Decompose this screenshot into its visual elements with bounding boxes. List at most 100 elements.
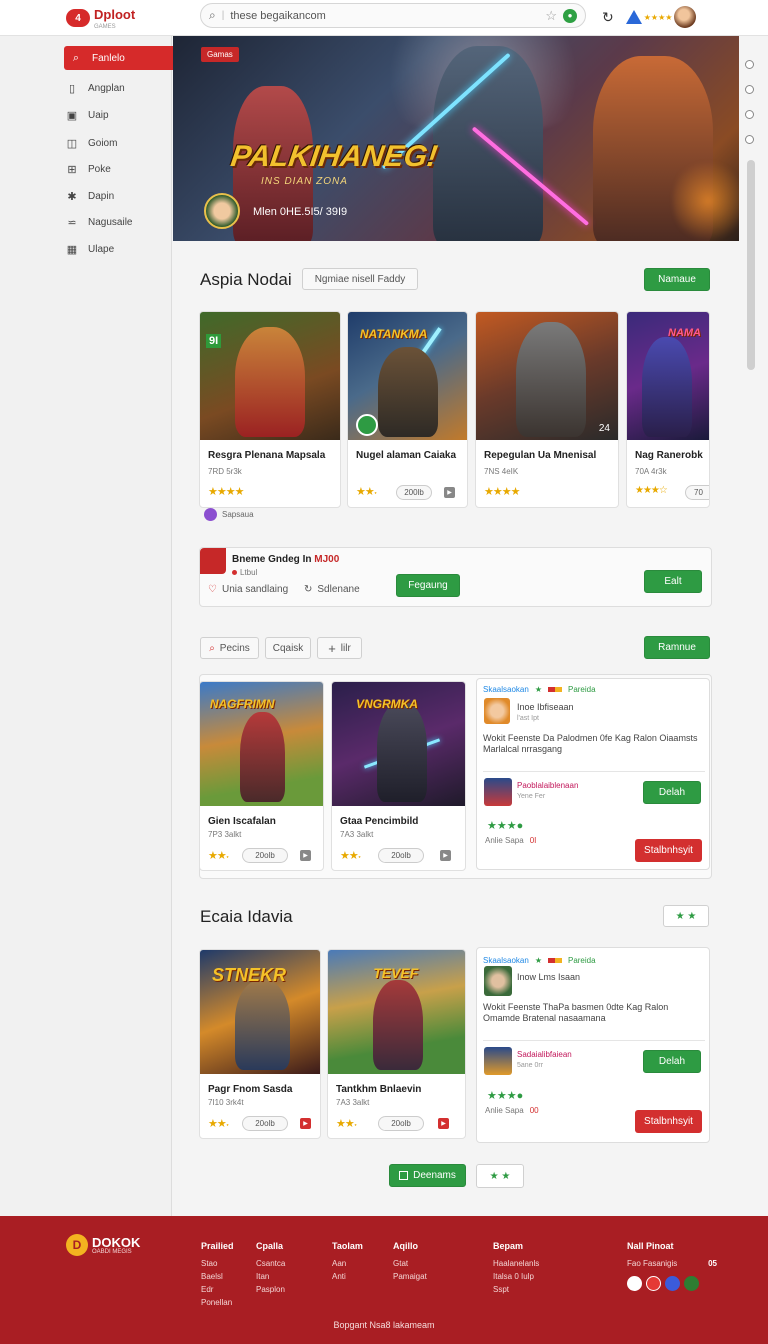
game-card[interactable]: VNGRMKA Gtaa Pencimbild 7A3 3alkt ★★˖ 20… <box>331 681 466 871</box>
search-chip[interactable]: ⌕ Pecins <box>200 637 259 659</box>
card-cover: NATANKMA <box>348 312 467 440</box>
sidebar-item-label: Angplan <box>88 82 125 94</box>
hero-avatar[interactable] <box>204 193 240 229</box>
card-cover: NAMA <box>627 312 709 440</box>
hero-banner[interactable]: Gamas PALKIHANEG! INS DIAN ZONA Mlen 0HE… <box>173 36 739 241</box>
add-chip[interactable]: + lilr <box>317 637 362 659</box>
account-group[interactable]: ★★★★ <box>625 6 697 28</box>
card-meta: 7I10 3rk4t <box>208 1098 244 1107</box>
refresh-icon[interactable]: ↻ <box>602 9 614 26</box>
search-input[interactable]: these begaikancom <box>230 10 539 22</box>
footer-link[interactable]: Itan <box>256 1270 285 1283</box>
scrollbar-thumb[interactable] <box>747 160 755 370</box>
grid-icon: ▦ <box>66 243 78 256</box>
rating-filter[interactable]: ★ ★ <box>663 905 709 927</box>
social-icon-blue[interactable] <box>665 1276 680 1291</box>
game-card[interactable]: 24 Repegulan Ua Mnenisal 7NS 4eIK ★★★★ <box>475 311 619 508</box>
search-bar[interactable]: ⌕ | these begaikancom ☆ ● <box>200 3 586 28</box>
like-action[interactable]: ♡ Unia sandlaing <box>208 584 288 595</box>
footer-link[interactable]: Csantca <box>256 1257 285 1270</box>
card-art-title: NATANKMA <box>359 327 428 342</box>
game-card[interactable]: 9I Resgra Plenana Mapsala 7RD 5r3k ★★★★ <box>199 311 341 508</box>
footer-link[interactable]: Gtat <box>393 1257 427 1270</box>
play-icon[interactable]: ▶ <box>300 1118 311 1129</box>
sidebar-item-goiom[interactable]: ◫ Goiom <box>66 131 118 155</box>
footer-link[interactable]: Italsa 0 Iulp <box>493 1270 539 1283</box>
load-more-button[interactable]: Deenams <box>389 1164 466 1187</box>
sidebar-item-dapin[interactable]: ✱ Dapin <box>66 184 114 208</box>
footer-link[interactable]: Edr <box>201 1283 234 1296</box>
footer: D DOKOK OABDI MEGIS Prailied Stao Baelsl… <box>0 1216 768 1344</box>
footer-column: Aqillo Gtat Pamaigat <box>393 1240 427 1283</box>
item-thumbnail[interactable] <box>484 1047 512 1075</box>
buy-button[interactable]: Stalbnhsyit <box>635 839 702 862</box>
play-icon[interactable]: ▶ <box>300 850 311 861</box>
gamepad-icon: ⊞ <box>67 163 77 176</box>
section-action-button[interactable]: Ramnue <box>644 636 710 659</box>
footer-link[interactable]: Anti <box>332 1270 363 1283</box>
view-details-button[interactable]: Delah <box>643 1050 701 1073</box>
filter-chip[interactable]: Cqaisk <box>265 637 311 659</box>
filter-dropdown[interactable]: Ngmiae nisell Faddy <box>302 268 418 290</box>
carousel-dot[interactable] <box>745 135 754 144</box>
share-action[interactable]: ↻ Sdlenane <box>304 584 360 595</box>
sidebar-item-ulape[interactable]: ▦ Ulape <box>66 237 114 261</box>
card-title: Gien Iscafalan <box>208 816 276 827</box>
game-card[interactable]: NATANKMA Nugel alaman Caiaka ★★˖ 200lb ▶ <box>347 311 468 508</box>
carousel-dot[interactable] <box>745 110 754 119</box>
card-title: Resgra Plenana Mapsala <box>208 450 326 461</box>
section-action-button[interactable]: Namaue <box>644 268 710 291</box>
footer-link[interactable]: Sspt <box>493 1283 539 1296</box>
social-icons <box>627 1276 717 1291</box>
footer-link[interactable]: Stao <box>201 1257 234 1270</box>
carousel-dot[interactable] <box>745 60 754 69</box>
footer-link[interactable]: Pamaigat <box>393 1270 427 1283</box>
game-card[interactable]: STNEKR Pagr Fnom Sasda 7I10 3rk4t ★★˖ 20… <box>199 949 321 1139</box>
footer-link[interactable]: Haalanelanls <box>493 1257 539 1270</box>
sidebar-item-label: Fanlelo <box>92 52 125 64</box>
sidebar-item-fanlelo[interactable]: ⌕ Fanlelo <box>64 46 176 70</box>
footer-link[interactable]: Pasplon <box>256 1283 285 1296</box>
card-art-title: VNGRMKA <box>355 696 418 711</box>
footer-link[interactable]: Fao Fasanigis <box>627 1257 677 1270</box>
item-meta: 5ane 0rr <box>517 1062 544 1069</box>
play-icon[interactable]: ▶ <box>440 850 451 861</box>
play-icon[interactable]: ▶ <box>444 487 455 498</box>
footer-logo[interactable]: D DOKOK OABDI MEGIS <box>66 1234 140 1256</box>
footer-link[interactable]: Ponellan <box>201 1296 234 1309</box>
developer-avatar[interactable] <box>484 698 510 724</box>
card-rating: ★★˖ <box>208 1118 229 1130</box>
promo-edit-button[interactable]: Ealt <box>644 570 702 593</box>
square-icon <box>399 1171 409 1180</box>
buy-button[interactable]: Stalbnhsyit <box>635 1110 702 1133</box>
carousel-dot[interactable] <box>745 85 754 94</box>
sidebar-item-poke[interactable]: ⊞ Poke <box>66 157 110 181</box>
social-icon-red[interactable] <box>646 1276 661 1291</box>
bookmark-star-icon[interactable]: ☆ <box>545 8 557 24</box>
verified-icon[interactable]: ● <box>563 8 577 23</box>
play-icon[interactable]: ▶ <box>438 1118 449 1129</box>
footer-column: Nall Pinoat Fao Fasanigis 05 <box>627 1240 717 1291</box>
social-icon-white[interactable] <box>627 1276 642 1291</box>
sidebar-item-angplan[interactable]: ▯ Angplan <box>66 76 125 100</box>
game-card[interactable]: NAGFRIMN Gien Iscafalan 7P3 3alkt ★★˖ 20… <box>199 681 324 871</box>
footer-link[interactable]: Aan <box>332 1257 363 1270</box>
developer-avatar[interactable] <box>484 966 512 996</box>
logo-text: Dploot <box>94 7 136 22</box>
game-card[interactable]: NAMA Nag Ranerobk 70A 4r3k ★★★☆ 70 <box>626 311 710 508</box>
footer-logo-text: DOKOK <box>92 1234 141 1250</box>
rating-toggle[interactable]: ★ ★ <box>476 1164 524 1188</box>
site-logo[interactable]: 4 Dploot GAMES <box>66 6 135 30</box>
user-avatar[interactable] <box>674 6 697 28</box>
game-card[interactable]: TEVEF Tantkhm Bnlaevin 7A3 3alkt ★★˖ 20o… <box>327 949 466 1139</box>
promo-avatar[interactable] <box>200 548 226 574</box>
sidebar-item-uaip[interactable]: ▣ Uaip <box>66 103 109 127</box>
item-thumbnail[interactable] <box>484 778 512 806</box>
sidebar-item-nagusaile[interactable]: ⋍ Nagusaile <box>66 210 132 234</box>
card-meta: 7A3 3alkt <box>336 1098 370 1107</box>
heart-icon: ♡ <box>208 584 217 595</box>
promo-secondary-button[interactable]: Fegaung <box>396 574 460 597</box>
view-details-button[interactable]: Delah <box>643 781 701 804</box>
social-icon-green[interactable] <box>684 1276 699 1291</box>
footer-link[interactable]: Baelsl <box>201 1270 234 1283</box>
